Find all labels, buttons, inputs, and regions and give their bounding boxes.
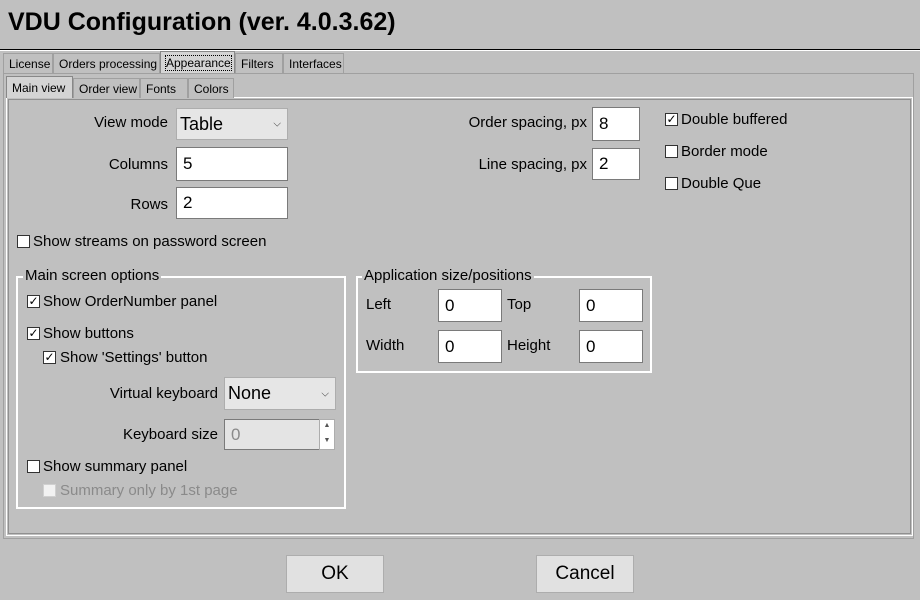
- subtab-label: Order view: [79, 82, 138, 96]
- order-spacing-label: Order spacing, px: [468, 114, 587, 131]
- rows-label: Rows: [130, 196, 168, 213]
- top-label: Top: [507, 296, 532, 313]
- tab-label: Interfaces: [289, 57, 342, 71]
- cancel-button[interactable]: Cancel: [536, 555, 634, 593]
- view-mode-select[interactable]: Table ⌵: [176, 108, 288, 140]
- subtab-order-view[interactable]: Order view: [73, 78, 140, 98]
- line-spacing-input[interactable]: 2: [592, 148, 640, 180]
- subtab-label: Colors: [194, 82, 229, 96]
- show-buttons-checkbox[interactable]: ✓: [27, 327, 40, 340]
- tab-orders-processing[interactable]: Orders processing: [53, 53, 160, 73]
- columns-label: Columns: [108, 156, 168, 173]
- rows-value: 2: [183, 193, 193, 212]
- keyboard-size-spinner[interactable]: ▲ ▼: [319, 419, 335, 450]
- subtab-label: Fonts: [146, 82, 177, 96]
- height-input[interactable]: 0: [579, 330, 643, 363]
- show-settings-button-label: Show 'Settings' button: [60, 349, 208, 366]
- spin-down-icon[interactable]: ▼: [320, 437, 334, 444]
- view-mode-value: Table: [180, 113, 224, 134]
- view-mode-label: View mode: [94, 114, 168, 131]
- keyboard-size-label: Keyboard size: [122, 426, 218, 443]
- columns-value: 5: [183, 154, 193, 173]
- columns-input[interactable]: 5: [176, 147, 288, 181]
- subtab-main-view[interactable]: Main view: [6, 76, 73, 98]
- keyboard-size-input[interactable]: 0: [224, 419, 320, 450]
- double-que-label: Double Que: [681, 175, 762, 192]
- summary-only-first-page-checkbox: [43, 484, 56, 497]
- show-settings-button-checkbox[interactable]: ✓: [43, 351, 56, 364]
- subtab-label: Main view: [12, 81, 66, 95]
- height-label: Height: [507, 337, 551, 354]
- show-ordernumber-panel-checkbox[interactable]: ✓: [27, 295, 40, 308]
- width-label: Width: [366, 337, 405, 354]
- title-divider-highlight: [0, 50, 920, 51]
- double-que-checkbox[interactable]: [665, 177, 678, 190]
- show-ordernumber-panel-label: Show OrderNumber panel: [43, 293, 218, 310]
- show-summary-panel-label: Show summary panel: [43, 458, 188, 475]
- border-mode-checkbox[interactable]: [665, 145, 678, 158]
- tab-label: Orders processing: [59, 57, 158, 71]
- double-buffered-label: Double buffered: [681, 111, 788, 128]
- app-size-title: Application size/positions: [362, 267, 534, 285]
- keyboard-size-value: 0: [231, 424, 241, 444]
- show-streams-label: Show streams on password screen: [33, 233, 267, 250]
- tab-filters[interactable]: Filters: [235, 53, 283, 73]
- tab-license[interactable]: License: [3, 53, 53, 73]
- main-screen-options-title: Main screen options: [23, 267, 162, 285]
- height-value: 0: [586, 336, 596, 356]
- show-summary-panel-checkbox[interactable]: [27, 460, 40, 473]
- left-input[interactable]: 0: [438, 289, 502, 322]
- summary-only-first-page-label: Summary only by 1st page: [60, 482, 238, 499]
- top-input[interactable]: 0: [579, 289, 643, 322]
- rows-input[interactable]: 2: [176, 187, 288, 219]
- left-value: 0: [445, 295, 455, 315]
- subtab-fonts[interactable]: Fonts: [140, 78, 188, 98]
- width-input[interactable]: 0: [438, 330, 502, 363]
- tab-label: License: [9, 57, 51, 71]
- tab-label: Appearance: [165, 55, 232, 71]
- line-spacing-label: Line spacing, px: [478, 156, 587, 173]
- double-buffered-checkbox[interactable]: ✓: [665, 113, 678, 126]
- show-buttons-label: Show buttons: [43, 325, 134, 342]
- virtual-keyboard-label: Virtual keyboard: [109, 385, 218, 402]
- spin-up-icon[interactable]: ▲: [320, 422, 334, 429]
- tab-appearance[interactable]: Appearance: [160, 51, 235, 73]
- top-value: 0: [586, 295, 596, 315]
- order-spacing-input[interactable]: 8: [592, 107, 640, 141]
- show-streams-checkbox[interactable]: [17, 235, 30, 248]
- line-spacing-value: 2: [599, 154, 609, 173]
- border-mode-label: Border mode: [681, 143, 768, 160]
- tab-label: Filters: [241, 57, 274, 71]
- virtual-keyboard-select[interactable]: None ⌵: [224, 377, 336, 410]
- ok-button[interactable]: OK: [286, 555, 384, 593]
- virtual-keyboard-value: None: [228, 383, 272, 403]
- chevron-down-icon: ⌵: [321, 388, 329, 399]
- order-spacing-value: 8: [599, 114, 609, 133]
- window-title: VDU Configuration (ver. 4.0.3.62): [8, 8, 396, 36]
- width-value: 0: [445, 336, 455, 356]
- tab-interfaces[interactable]: Interfaces: [283, 53, 344, 73]
- subtab-colors[interactable]: Colors: [188, 78, 234, 98]
- chevron-down-icon: ⌵: [273, 118, 281, 130]
- left-label: Left: [366, 296, 392, 313]
